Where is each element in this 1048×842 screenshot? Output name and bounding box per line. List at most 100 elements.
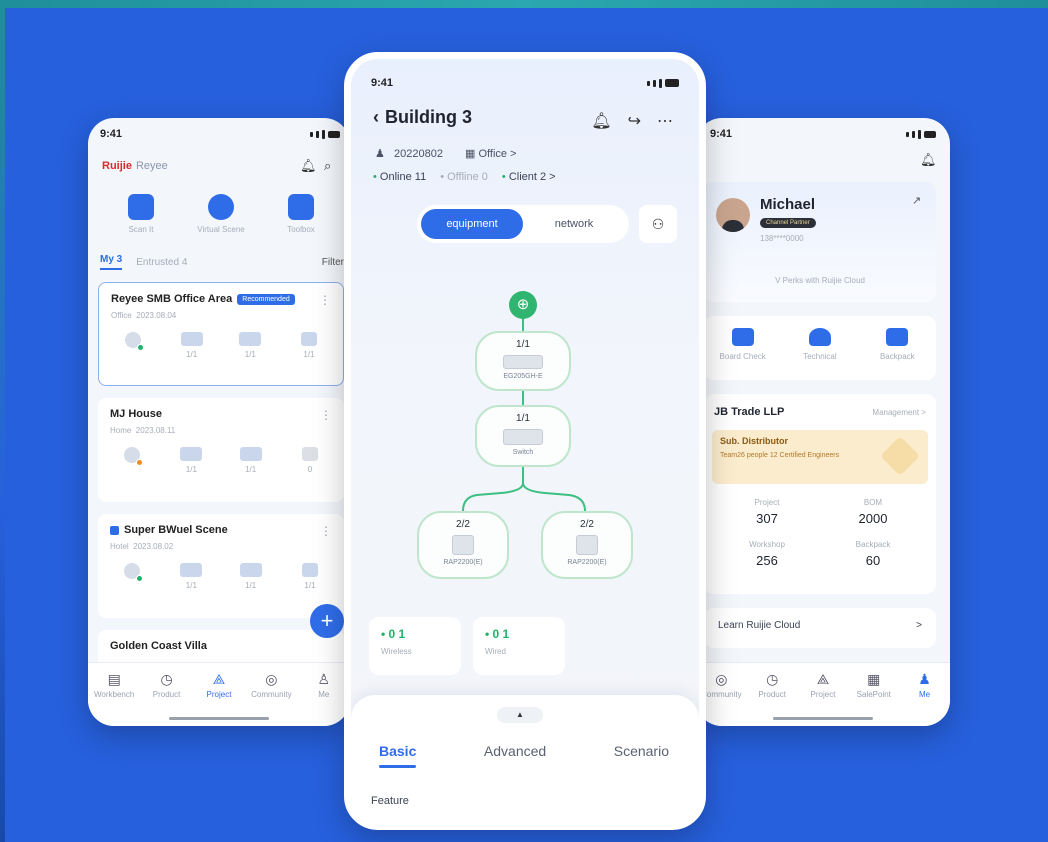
cloud-icon: [208, 194, 234, 220]
status-time: 9:41: [100, 128, 123, 140]
topology-node-switch[interactable]: 1/1 Switch: [475, 405, 571, 467]
wireless-stat-card[interactable]: • 0 1 Wireless: [369, 617, 461, 675]
signal-icon: [906, 129, 936, 139]
community-icon: ◎: [265, 671, 278, 687]
topology-node-gateway[interactable]: 1/1 EG205GH-E: [475, 331, 571, 391]
topology-node-ap-left[interactable]: 2/2 RAP2200(E): [417, 511, 509, 579]
product-icon: ◷: [766, 671, 779, 687]
monitor-icon: •: [485, 627, 490, 641]
stat-backpack[interactable]: Backpack 60: [820, 540, 926, 568]
quick-board-check[interactable]: Board Check: [713, 328, 773, 380]
nav-me[interactable]: ♟ Me: [901, 671, 949, 726]
org-name: JB Trade LLP: [714, 406, 785, 418]
device-ap: 1/1: [230, 332, 270, 359]
project-card[interactable]: Super BWuel Scene ⋮ Hotel 2023.08.02 1/1…: [98, 514, 344, 618]
site-status: [113, 332, 153, 359]
device-gateway: 1/1: [171, 447, 211, 474]
right-phone-screen: 9:41 🔔︎ Michael Channel Partner 138****0…: [696, 118, 950, 726]
ap-icon: [452, 535, 474, 555]
profile-phone: 138****0000: [760, 234, 804, 243]
device-ap: 1/1: [231, 563, 271, 590]
gateway-icon: [503, 355, 543, 369]
share-icon[interactable]: ↗: [912, 194, 921, 207]
site-icon: [124, 447, 143, 466]
site-status: [112, 563, 152, 590]
notification-bell-icon[interactable]: 🔔︎: [920, 152, 937, 168]
me-icon: ♟: [918, 671, 931, 687]
more-icon[interactable]: ⋮: [320, 524, 332, 538]
gateway-icon: [180, 563, 203, 577]
profile-card[interactable]: Michael Channel Partner 138****0000 ↗ V …: [704, 182, 936, 302]
nav-workbench[interactable]: ▤ Workbench: [90, 671, 138, 726]
tab-my-projects[interactable]: My 3: [100, 254, 123, 270]
distributor-banner: Sub. Distributor Team26 people 12 Certif…: [712, 430, 928, 484]
ap-icon: [576, 535, 598, 555]
learn-cloud-row[interactable]: Learn Ruijie Cloud >: [704, 608, 936, 648]
tab-entrusted[interactable]: Entrusted 4: [136, 257, 187, 268]
tab-scenario[interactable]: Scenario: [614, 743, 669, 759]
wired-stat-card[interactable]: • 0 1 Wired: [473, 617, 565, 675]
device-switch: 0: [290, 447, 330, 474]
ap-icon: [239, 447, 262, 461]
status-bar: 9:41: [100, 128, 340, 140]
device-switch: 1/1: [289, 332, 329, 359]
site-status: [112, 447, 152, 474]
avatar: [716, 198, 750, 232]
quick-action-toolbox[interactable]: Toolbox: [266, 194, 336, 234]
org-management-link[interactable]: Management >: [872, 408, 926, 417]
center-phone-screen: 9:41 ‹ Building 3 🔔︎ ↪ ⋯ ♟ 20220802 ▦ Of…: [344, 52, 706, 830]
status-time: 9:41: [710, 128, 733, 140]
add-project-button[interactable]: +: [310, 604, 344, 638]
stat-workshop[interactable]: Workshop 256: [714, 540, 820, 568]
search-icon[interactable]: ⌕: [324, 158, 331, 174]
site-icon: [125, 332, 144, 351]
switch-icon: [503, 429, 543, 445]
nav-me[interactable]: ♙ Me: [300, 671, 348, 726]
technical-icon: [808, 328, 831, 346]
quick-backpack[interactable]: Backpack: [867, 328, 927, 380]
ap-icon: [239, 563, 262, 577]
more-icon[interactable]: ⋮: [319, 293, 331, 307]
profile-name: Michael: [760, 196, 816, 213]
bottom-sheet: ▲ Basic Advanced Scenario Feature: [351, 695, 699, 823]
project-flag-icon: [110, 525, 119, 535]
tab-advanced[interactable]: Advanced: [484, 743, 546, 759]
device-switch: 1/1: [290, 563, 330, 590]
internet-globe-icon: ⊕: [509, 291, 537, 319]
project-tabs: My 3 Entrusted 4 Filter: [100, 254, 344, 270]
topology-node-ap-right[interactable]: 2/2 RAP2200(E): [541, 511, 633, 579]
project-card[interactable]: Reyee SMB Office Area Recommended ⋮ Offic…: [98, 282, 344, 386]
tab-basic[interactable]: Basic: [379, 743, 417, 768]
sheet-tabs: Basic Advanced Scenario: [379, 743, 669, 768]
profile-note: V Perks with Ruijie Cloud: [775, 276, 865, 285]
scan-icon: [128, 194, 154, 220]
filter-button[interactable]: Filter: [322, 257, 344, 268]
profile-quick-actions: Board Check Technical Backpack: [704, 316, 936, 380]
quick-technical[interactable]: Technical: [790, 328, 850, 380]
recommended-badge: Recommended: [237, 293, 295, 305]
project-icon: ⟁: [212, 671, 226, 687]
stat-project[interactable]: Project 307: [714, 498, 820, 526]
more-icon[interactable]: ⋮: [320, 408, 332, 422]
signal-icon: [310, 129, 340, 139]
quick-action-scan[interactable]: Scan It: [106, 194, 176, 234]
wifi-icon: •: [381, 627, 386, 641]
sheet-expand-handle[interactable]: ▲: [497, 707, 543, 723]
organization-card: JB Trade LLP Management > Sub. Distribut…: [704, 394, 936, 594]
quick-action-virtual-scene[interactable]: Virtual Scene: [186, 194, 256, 234]
product-icon: ◷: [160, 671, 173, 687]
org-stats: Project 307 BOM 2000 Workshop 256 Backpack 6…: [714, 498, 926, 568]
backpack-icon: [886, 328, 909, 346]
project-card[interactable]: MJ House ⋮ Home 2023.08.11 1/1 1/1 0: [98, 398, 344, 502]
switch-icon: [301, 563, 318, 577]
board-check-icon: [731, 328, 754, 346]
me-icon: ♙: [317, 671, 331, 687]
site-icon: [124, 563, 143, 582]
left-phone-screen: 9:41 Ruijie Reyee 🔔︎ ⌕ Scan It Virtual Sc…: [88, 118, 350, 726]
device-gateway: 1/1: [171, 563, 211, 590]
notification-bell-icon[interactable]: 🔔︎: [300, 158, 317, 174]
stat-bom[interactable]: BOM 2000: [820, 498, 926, 526]
home-indicator: [773, 717, 873, 720]
status-bar: 9:41: [710, 128, 936, 140]
chevron-right-icon: >: [916, 620, 922, 631]
